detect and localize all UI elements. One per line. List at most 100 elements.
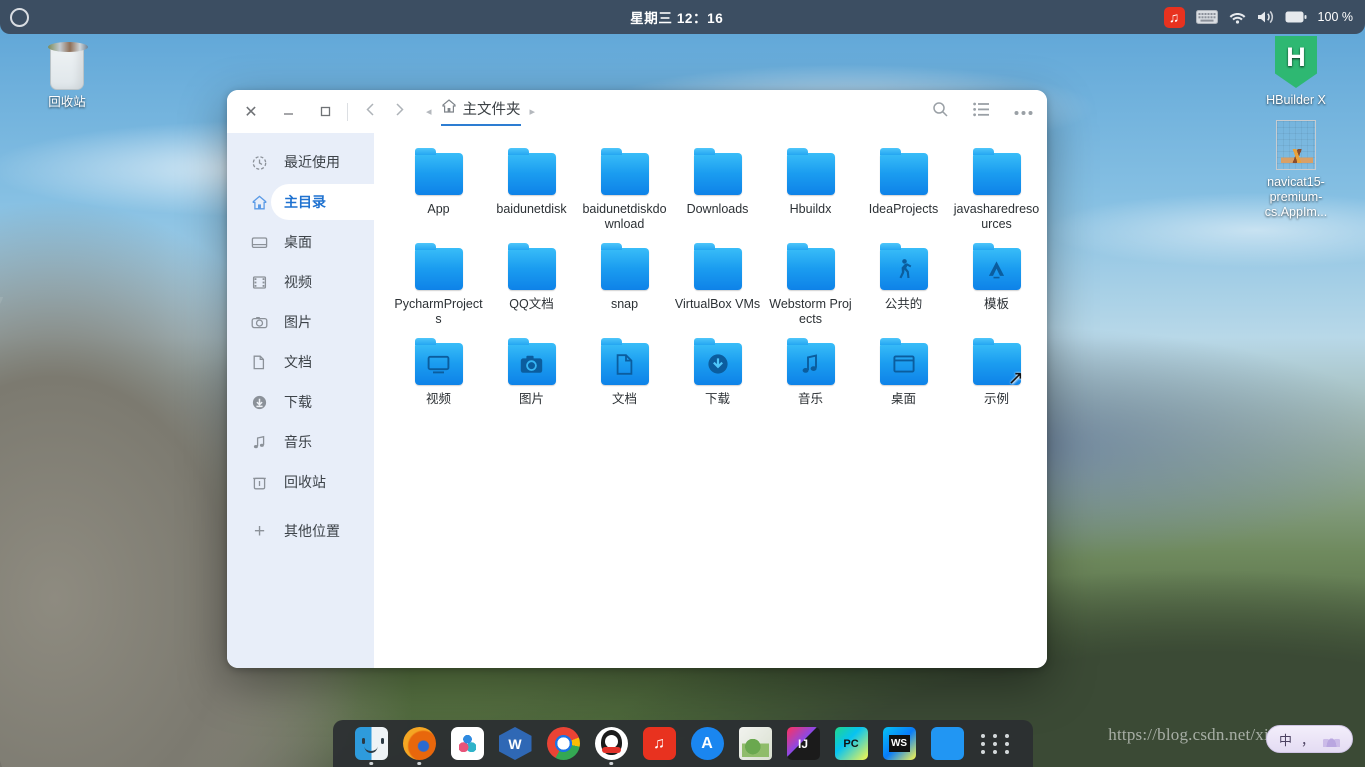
folder-icon (879, 243, 928, 290)
show-applications-button[interactable] (973, 721, 1018, 766)
sidebar-item-6[interactable]: 下载 (227, 382, 374, 422)
dock-app-qq[interactable] (589, 721, 634, 766)
dock-app-pycharm[interactable]: PC (829, 721, 874, 766)
file-view[interactable]: App baidunetdisk baidunetdiskdownload Downl… (374, 133, 1047, 668)
file-item[interactable]: 桌面 (857, 337, 950, 417)
volume-icon[interactable] (1257, 10, 1274, 24)
dock-app-app-store[interactable]: A (685, 721, 730, 766)
battery-icon[interactable] (1285, 11, 1307, 23)
folder-icon (972, 148, 1021, 195)
breadcrumb-label: 主文件夹 (462, 101, 521, 118)
sidebar-item-7[interactable]: 音乐 (227, 422, 374, 462)
file-item[interactable]: QQ文档 (485, 242, 578, 337)
sidebar-item-3[interactable]: 视频 (227, 262, 374, 302)
list-view-icon[interactable] (973, 102, 990, 122)
file-item[interactable]: javasharedresources (950, 147, 1043, 242)
sidebar-item-9[interactable]: + 其他位置 (227, 511, 374, 551)
dock-app-gimp[interactable] (733, 721, 778, 766)
input-method-bar[interactable]: 中 ， (1265, 725, 1353, 753)
search-icon[interactable] (932, 101, 949, 123)
dock-app-wps-cloud[interactable] (445, 721, 490, 766)
sidebar-item-label: 最近使用 (284, 154, 340, 170)
file-item[interactable]: 模板 (950, 242, 1043, 337)
file-item[interactable]: 公共的 (857, 242, 950, 337)
navicat-appimage-icon (1250, 118, 1342, 170)
pycharm-label: PC (843, 737, 859, 750)
folder-icon (507, 338, 556, 385)
file-item[interactable]: VirtualBox VMs (671, 242, 764, 337)
breadcrumb-home[interactable]: 主文件夹 (440, 98, 521, 126)
sidebar-item-0[interactable]: 最近使用 (227, 142, 374, 182)
sidebar-item-label: 主目录 (284, 194, 326, 210)
file-label: App (427, 202, 450, 216)
desktop-icon-trash[interactable]: 回收站 (21, 38, 113, 110)
dock-app-google-chrome[interactable] (541, 721, 586, 766)
file-item[interactable]: 视频 (392, 337, 485, 417)
dock-app-webstorm[interactable]: WS (877, 721, 922, 766)
folder-icon (507, 243, 556, 290)
wifi-icon[interactable] (1229, 11, 1246, 24)
close-icon[interactable]: ✕ (243, 104, 259, 121)
file-label: 公共的 (884, 297, 923, 311)
file-item[interactable]: PycharmProjects (392, 242, 485, 337)
qq-scarf (601, 747, 621, 753)
netease-tray-icon[interactable]: ♫ (1163, 6, 1185, 28)
back-icon[interactable] (364, 102, 377, 122)
clock[interactable]: 星期三 12：16 (630, 7, 723, 27)
more-options-icon[interactable] (1014, 103, 1033, 121)
dock: W ♫ A IJ PC WS (333, 720, 1033, 767)
folder-icon (414, 243, 463, 290)
hbuilder-glyph: H (1275, 36, 1317, 88)
folder-icon (693, 148, 742, 195)
window-titlebar: ✕ ◂ 主文件夹 ▸ (227, 90, 1047, 133)
breadcrumb-next-icon[interactable]: ▸ (530, 105, 536, 118)
sidebar-item-8[interactable]: 回收站 (227, 462, 374, 502)
file-item[interactable]: 文档 (578, 337, 671, 417)
file-label: Hbuildx (789, 202, 832, 216)
maximize-icon[interactable] (317, 104, 333, 120)
im-punctuation-label[interactable]: ， (1301, 730, 1314, 749)
file-item[interactable]: Downloads (671, 147, 764, 242)
sidebar-item-4[interactable]: 图片 (227, 302, 374, 342)
window-body: 最近使用 主目录 桌面 视频 图片 文档 下载 音乐 回收站 + 其他位置 App baidunetd… (227, 133, 1047, 668)
file-item[interactable]: 下载 (671, 337, 764, 417)
file-item[interactable]: App (392, 147, 485, 242)
file-item[interactable]: ↗ 示例 (950, 337, 1043, 417)
dock-app-finder[interactable] (349, 721, 394, 766)
file-item[interactable]: 音乐 (764, 337, 857, 417)
file-label: baidunetdisk (496, 202, 567, 216)
file-item[interactable]: snap (578, 242, 671, 337)
desktop-icon-hbuilder[interactable]: H HBuilder X (1250, 36, 1342, 108)
file-item[interactable]: baidunetdiskdownload (578, 147, 671, 242)
im-mode-label[interactable]: 中 (1279, 730, 1292, 749)
file-manager-window: ✕ ◂ 主文件夹 ▸ 最近使用 主目录 桌面 视频 图片 文档 下载 音乐 回收… (227, 90, 1047, 668)
file-item[interactable]: 图片 (485, 337, 578, 417)
desktop-icon (251, 234, 268, 251)
file-label: Downloads (686, 202, 749, 216)
file-item[interactable]: baidunetdisk (485, 147, 578, 242)
dock-app-firefox[interactable] (397, 721, 442, 766)
folder-icon (693, 243, 742, 290)
dock-app-system-tools[interactable] (925, 721, 970, 766)
dock-app-intellij-idea[interactable]: IJ (781, 721, 826, 766)
window-toolbar (932, 101, 1033, 123)
forward-icon[interactable] (393, 102, 406, 122)
file-label: 下载 (704, 392, 730, 406)
desktop-icon-navicat[interactable]: navicat15-premium-cs.AppIm... (1250, 118, 1342, 220)
activities-button[interactable] (10, 7, 29, 27)
folder-emblem (415, 343, 463, 385)
dock-app-netease-music[interactable]: ♫ (637, 721, 682, 766)
sidebar-item-2[interactable]: 桌面 (227, 222, 374, 262)
folder-icon: ↗ (972, 338, 1024, 388)
breadcrumb-prev-icon[interactable]: ◂ (426, 105, 432, 118)
dock-app-wps-office[interactable]: W (493, 721, 538, 766)
keyboard-icon[interactable] (1195, 10, 1218, 24)
file-item[interactable]: IdeaProjects (857, 147, 950, 242)
minimize-icon[interactable] (280, 104, 296, 120)
file-item[interactable]: Hbuildx (764, 147, 857, 242)
top-panel-left (0, 7, 190, 27)
sidebar-item-1[interactable]: 主目录 (227, 182, 382, 222)
file-item[interactable]: Webstorm Projects (764, 242, 857, 337)
file-grid: App baidunetdisk baidunetdiskdownload Downl… (392, 147, 1039, 417)
sidebar-item-5[interactable]: 文档 (227, 342, 374, 382)
